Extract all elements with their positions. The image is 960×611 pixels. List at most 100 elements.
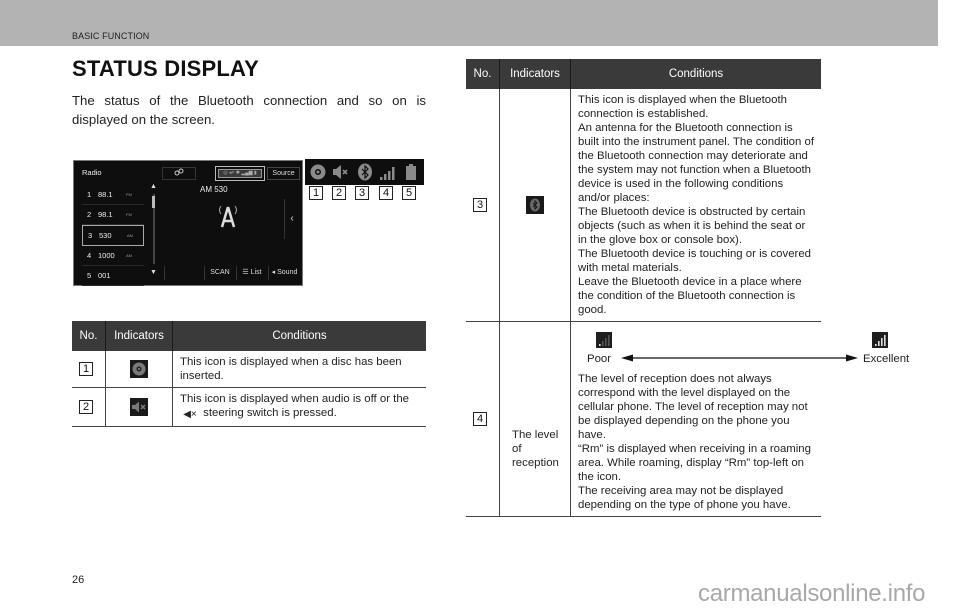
status-icons-strip [305, 159, 424, 185]
indicator-text: The level of reception [512, 429, 559, 469]
row-number-cell: 4 [466, 321, 500, 517]
scroll-thumb [152, 196, 155, 208]
preset-band: FM [126, 192, 132, 197]
preset-item: 4 1000 AM [82, 246, 144, 266]
signal-icon [380, 167, 395, 180]
preset-number: 5 [87, 271, 92, 280]
condition-line: The receiving area may not be displayed … [578, 485, 791, 511]
double-arrow-icon [621, 354, 858, 362]
preset-number: 4 [87, 251, 92, 260]
header-no: No. [72, 321, 106, 351]
back-button: ‹ [284, 199, 299, 239]
condition-cell: Poor Excellent The level of reception do… [570, 321, 909, 517]
list-button: ☰ List [236, 266, 267, 280]
condition-line: Leave the Bluetooth device in a place wh… [578, 276, 802, 316]
section-label: BASIC FUNCTION [72, 31, 150, 41]
mute-switch-icon: ◀× [183, 409, 197, 420]
condition-text: This icon is displayed when audio is off… [180, 393, 409, 405]
watermark: carmanualsonline.info [698, 580, 926, 607]
indicator-cell [105, 387, 173, 427]
preset-item: 2 98.1 FM [82, 205, 144, 225]
poor-label: Poor [587, 353, 612, 365]
disc-icon [310, 164, 326, 180]
row-number-cell: 3 [466, 89, 500, 322]
empty-button [164, 266, 197, 280]
condition-text: steering switch is pressed. [203, 407, 337, 419]
status-area-highlight: ◎ ◂× ✱ ▂▄▆ ▮ [215, 166, 265, 181]
setup-icon [174, 168, 184, 176]
sound-button: ◂ Sound [268, 266, 300, 280]
indicator-cell: The level of reception [499, 321, 571, 517]
callout-3: 3 [355, 186, 369, 200]
sound-label: Sound [277, 269, 298, 276]
status-table-part-1: No. Indicators Conditions 1 This icon is… [72, 321, 426, 427]
header-no: No. [466, 59, 500, 89]
table-row: 1 This icon is displayed when a disc has… [72, 351, 426, 388]
header-bar: BASIC FUNCTION [0, 0, 938, 46]
battery-icon [406, 164, 416, 180]
station-name: AM 530 [200, 185, 228, 194]
list-label: List [250, 269, 262, 276]
row-number: 3 [473, 198, 487, 212]
preset-item: 1 88.1 FM [82, 185, 144, 205]
bluetooth-icon [526, 196, 544, 214]
preset-frequency: 88.1 [98, 190, 113, 199]
preset-item-selected: 3 530 AM [82, 225, 144, 246]
mute-icon [130, 398, 148, 416]
preset-number: 1 [87, 190, 92, 199]
row-number-cell: 1 [72, 351, 106, 388]
row-number: 4 [473, 412, 487, 426]
condition-line: The level of reception does not always c… [578, 373, 808, 441]
condition-line: The Bluetooth device is obstructed by ce… [578, 206, 806, 246]
setup-button [162, 167, 196, 180]
preset-frequency: 1000 [98, 251, 115, 260]
indicator-cell [105, 351, 173, 388]
preset-band: AM [127, 233, 133, 238]
scroll-up-icon: ▲ [150, 183, 157, 190]
preset-band: AM [126, 253, 132, 258]
condition-line: “Rm” is displayed when receiving in a ro… [578, 443, 811, 483]
disc-icon [130, 360, 148, 378]
source-button: Source [267, 167, 300, 180]
header-indicators: Indicators [105, 321, 173, 351]
header-conditions: Conditions [172, 321, 426, 351]
header-conditions: Conditions [570, 59, 821, 89]
scan-button: SCAN [204, 266, 235, 280]
page-number: 26 [72, 574, 85, 586]
condition-line: This icon is displayed when the Bluetoot… [578, 94, 787, 120]
callout-4: 4 [379, 186, 393, 200]
status-table-part-2: No. Indicators Conditions 3 This icon is… [466, 59, 909, 517]
intro-text: The status of the Bluetooth connection a… [72, 93, 426, 127]
callout-1: 1 [309, 186, 323, 200]
table-row: 2 This icon is displayed when audio is o… [72, 387, 426, 427]
callout-5: 5 [402, 186, 416, 200]
bottom-bar: SCAN ☰ List ◂ Sound [164, 266, 299, 280]
row-number: 2 [79, 400, 93, 414]
signal-poor-icon [596, 332, 612, 348]
table-header-row: No. Indicators Conditions [466, 59, 821, 89]
signal-excellent-icon [872, 332, 888, 348]
header-indicators: Indicators [499, 59, 571, 89]
table-header-row: No. Indicators Conditions [72, 321, 426, 351]
screen-title: Radio [82, 168, 102, 177]
callout-2: 2 [332, 186, 346, 200]
page-title: STATUS DISPLAY [72, 56, 259, 81]
preset-number: 2 [87, 210, 92, 219]
status-area-mini: ◎ ◂× ✱ ▂▄▆ ▮ [218, 169, 262, 178]
condition-line: The Bluetooth device is touching or is c… [578, 248, 812, 274]
condition-cell: This icon is displayed when a disc has b… [172, 351, 426, 388]
table-row: 4 The level of reception Poor Excellent … [466, 321, 909, 517]
scroll-down-icon: ▼ [150, 269, 157, 276]
indicator-cell [499, 89, 571, 322]
mute-icon [333, 165, 348, 179]
condition-cell: This icon is displayed when audio is off… [172, 387, 426, 427]
row-number-cell: 2 [72, 387, 106, 427]
condition-cell: This icon is displayed when the Bluetoot… [570, 89, 821, 322]
reception-scale: Poor Excellent [578, 326, 909, 366]
antenna-icon [219, 205, 237, 228]
bluetooth-icon [358, 163, 372, 181]
radio-screen-illustration: Radio ◎ ◂× ✱ ▂▄▆ ▮ Source 1 88.1 FM 2 98… [73, 160, 303, 286]
preset-band: FM [126, 212, 132, 217]
excellent-label: Excellent [863, 353, 910, 365]
preset-item: 5 001 [82, 266, 144, 286]
